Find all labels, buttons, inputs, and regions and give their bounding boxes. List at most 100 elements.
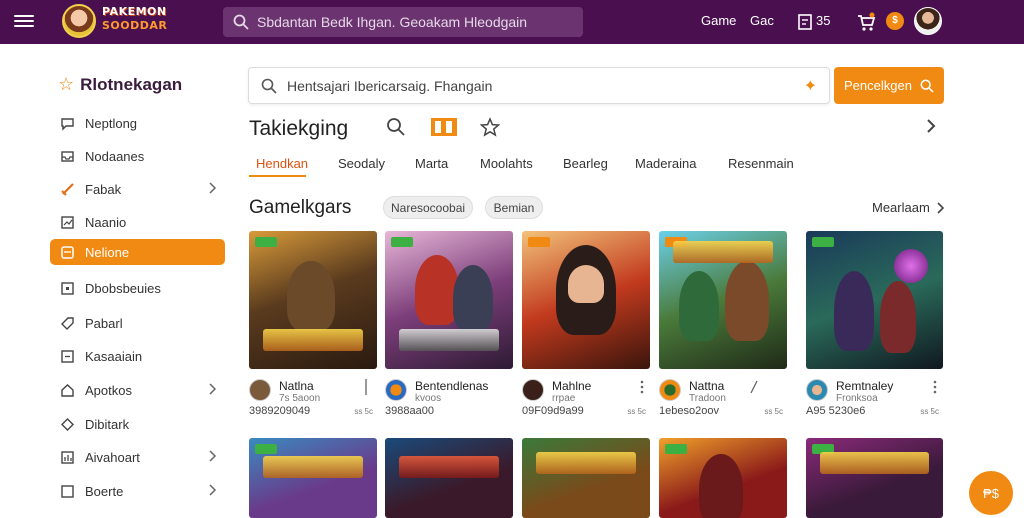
hero-figure [725, 261, 769, 341]
magic-orb [894, 249, 928, 283]
square-icon [61, 484, 74, 498]
game-ext: ss 5c [764, 407, 783, 416]
top-link-gac[interactable]: Gac [750, 13, 774, 28]
hero-figure [880, 281, 916, 353]
sidebar-item-label: Apotkos [85, 382, 132, 398]
game-title-art [263, 456, 363, 478]
game-card-image[interactable] [385, 231, 513, 369]
game-card-image[interactable] [522, 438, 650, 518]
game-card-meta: Bentendlenas kvoos 3988aa00 [385, 377, 513, 417]
sidebar-item-label: Naanio [85, 214, 127, 230]
logo-emblem[interactable] [62, 4, 96, 38]
game-card-image[interactable] [249, 231, 377, 369]
game-card-image[interactable] [806, 231, 943, 369]
top-link-count: 35 [816, 13, 831, 28]
sidebar-item[interactable]: Kasaaiain [50, 343, 225, 369]
creator-avatar[interactable] [659, 379, 681, 401]
chevron-right-icon[interactable] [924, 117, 938, 135]
creator-avatar[interactable] [806, 379, 828, 401]
chevron-right-icon [209, 182, 217, 194]
game-sub: Fronksoa [836, 393, 878, 404]
game-name[interactable]: Bentendlenas [415, 379, 488, 393]
tab-6[interactable]: Resenmain [728, 156, 794, 171]
sidebar-item-label: Nodaanes [85, 148, 145, 164]
game-card-image[interactable] [659, 438, 787, 518]
game-name[interactable]: Remtnaley [836, 379, 893, 393]
game-title-art [673, 241, 773, 263]
sidebar-item-label: Aivahoart [85, 449, 140, 465]
game-card-image[interactable] [659, 231, 787, 369]
logo[interactable]: PAKEMON SOODDAR [102, 6, 174, 31]
game-count: A95 5230e6 [806, 405, 866, 417]
sidebar-item[interactable]: Fabak [50, 176, 225, 202]
game-name[interactable]: Natlna [279, 379, 314, 393]
hero-figure [679, 271, 719, 341]
tab-5[interactable]: Maderaina [635, 156, 696, 171]
user-avatar[interactable] [914, 7, 942, 35]
star-icon[interactable] [480, 117, 500, 137]
sword-icon [61, 182, 74, 196]
status-badge [255, 237, 277, 247]
hero-face [568, 265, 604, 303]
sidebar-item[interactable]: Nelione [50, 239, 225, 265]
game-title-art [820, 452, 929, 474]
coin-icon[interactable]: $ [886, 12, 904, 30]
hamburger-menu-icon[interactable] [14, 12, 34, 32]
tab-1[interactable]: Seodaly [338, 156, 385, 171]
creator-avatar[interactable] [385, 379, 407, 401]
game-sub: kvoos [415, 393, 442, 404]
sidebar-item[interactable]: Dibitark [50, 411, 225, 437]
search-icon [261, 78, 277, 94]
card-icon [61, 245, 74, 259]
filter-chip[interactable]: Naresocoobai [383, 196, 473, 219]
search-icon [920, 79, 934, 93]
more-options-icon[interactable] [933, 379, 937, 395]
creator-avatar[interactable] [249, 379, 271, 401]
search-button[interactable]: Pencelkgen [834, 67, 944, 104]
gamepad-icon[interactable]: ✦ [804, 76, 817, 96]
creator-avatar[interactable] [522, 379, 544, 401]
sidebar-item[interactable]: Dbobsbeuies [50, 275, 225, 301]
top-link-game[interactable]: Game [701, 13, 736, 28]
game-card-meta: Remtnaley Fronksoa A95 5230e6 ss 5c [806, 377, 943, 417]
chat-icon [61, 117, 74, 131]
tab-3[interactable]: Moolahts [480, 156, 533, 171]
sidebar-item[interactable]: Apotkos [50, 377, 225, 403]
game-card-image[interactable] [385, 438, 513, 518]
star-icon: ☆ [58, 74, 75, 94]
sidebar-item[interactable]: Pabarl [50, 310, 225, 336]
floating-action-button[interactable]: ₱$ [969, 471, 1013, 515]
sidebar-item[interactable]: Boerte [50, 478, 225, 504]
tab-2[interactable]: Marta [415, 156, 448, 171]
filter-chip[interactable]: Bemian [485, 196, 543, 219]
more-options-icon[interactable] [640, 379, 644, 395]
game-sub: rrpae [552, 393, 576, 404]
top-search-input[interactable]: Sbdantan Bedk Ihgan. Geoakam Hleodgain [223, 7, 583, 37]
more-link[interactable]: Mearlaam [872, 200, 944, 215]
game-sub: 7s 5aoon [279, 393, 321, 404]
game-name[interactable]: Nattna [689, 379, 724, 393]
sidebar-item[interactable]: Neptlong [50, 110, 225, 136]
sidebar-item[interactable]: Naanio [50, 209, 225, 235]
game-title-art [536, 452, 636, 474]
game-card-image[interactable] [249, 438, 377, 518]
sidebar-item[interactable]: Aivahoart [50, 444, 225, 470]
game-card-image[interactable] [806, 438, 943, 518]
game-ext: ss 5c [920, 407, 939, 416]
sidebar-item[interactable]: Nodaanes [50, 143, 225, 169]
game-title-art [399, 456, 499, 478]
tab-0[interactable]: Hendkan [256, 156, 308, 171]
cart-icon[interactable] [855, 11, 877, 33]
game-card-image[interactable] [522, 231, 650, 369]
search-icon[interactable] [386, 117, 406, 137]
main-search-input[interactable]: Hentsajari Ibericarsaig. Fhangain ✦ [248, 67, 830, 104]
logo-badge-icon[interactable] [430, 117, 458, 137]
active-tab-indicator [249, 175, 306, 177]
edit-icon[interactable] [749, 379, 759, 395]
sidebar-item-label: Dibitark [85, 416, 130, 432]
game-count: 3988aa00 [385, 405, 434, 417]
tab-4[interactable]: Bearleg [563, 156, 608, 171]
chevron-right-icon [209, 383, 217, 395]
game-name[interactable]: Mahlne [552, 379, 591, 393]
status-badge [391, 237, 413, 247]
